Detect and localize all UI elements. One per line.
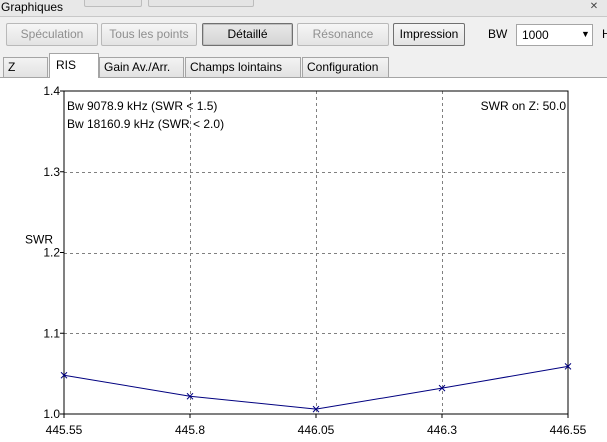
chevron-down-icon[interactable]: ▼ [581,29,590,39]
tab-far-field[interactable]: Champs lointains [185,57,301,77]
all-points-button[interactable]: Tous les points [101,23,197,46]
y-tick-label: 1.4 [43,84,60,98]
bw-label: BW [488,27,508,41]
tab-configuration[interactable]: Configuration [302,57,389,77]
swr-on-z-annotation: SWR on Z: 50.0 [481,99,567,113]
chart-grid [64,91,568,414]
x-tick-label: 445.55 [46,423,83,437]
bw-select[interactable]: 1000 ▼ [516,24,593,46]
resonance-button[interactable]: Résonance [297,23,389,46]
y-axis-label: SWR [25,232,53,246]
speculation-button[interactable]: Spéculation [6,23,98,46]
axis-ticks: 1.0 1.1 1.2 1.3 1.4 445.55 445.8 446.05 446.3 446… [43,84,586,437]
x-tick-label: 445.8 [175,423,205,437]
window-titlebar: Graphiques ✕ [0,0,607,17]
x-tick-label: 446.05 [298,423,335,437]
tab-gain[interactable]: Gain Av./Arr. [99,57,184,77]
tab-bar: Z RIS Gain Av./Arr. Champs lointains Con… [0,53,607,78]
chart-panel: 1.0 1.1 1.2 1.3 1.4 445.55 445.8 446.05 446.3 446… [0,77,607,442]
bw-value: 1000 [522,28,549,42]
x-tick-label: 446.55 [550,423,587,437]
swr-chart: 1.0 1.1 1.2 1.3 1.4 445.55 445.8 446.05 446.3 446… [25,84,587,437]
tab-ris[interactable]: RIS [49,53,99,78]
ghost-tab [84,0,142,7]
print-button[interactable]: Impression [393,23,465,46]
y-tick-label: 1.0 [43,407,60,421]
x-tick-label: 446.3 [427,423,457,437]
bw-unit-label: H [602,27,607,41]
bw-annotation-2: Bw 18160.9 kHz (SWR < 2.0) [67,117,224,131]
tab-z[interactable]: Z [3,57,48,77]
y-tick-label: 1.3 [43,165,60,179]
ghost-tab [148,0,254,7]
y-tick-label: 1.1 [43,326,60,340]
detailed-button[interactable]: Détaillé [202,23,293,46]
bw-annotation-1: Bw 9078.9 kHz (SWR < 1.5) [67,99,217,113]
y-tick-label: 1.2 [43,246,60,260]
window-title: Graphiques [1,0,64,14]
close-icon[interactable]: ✕ [586,1,602,13]
